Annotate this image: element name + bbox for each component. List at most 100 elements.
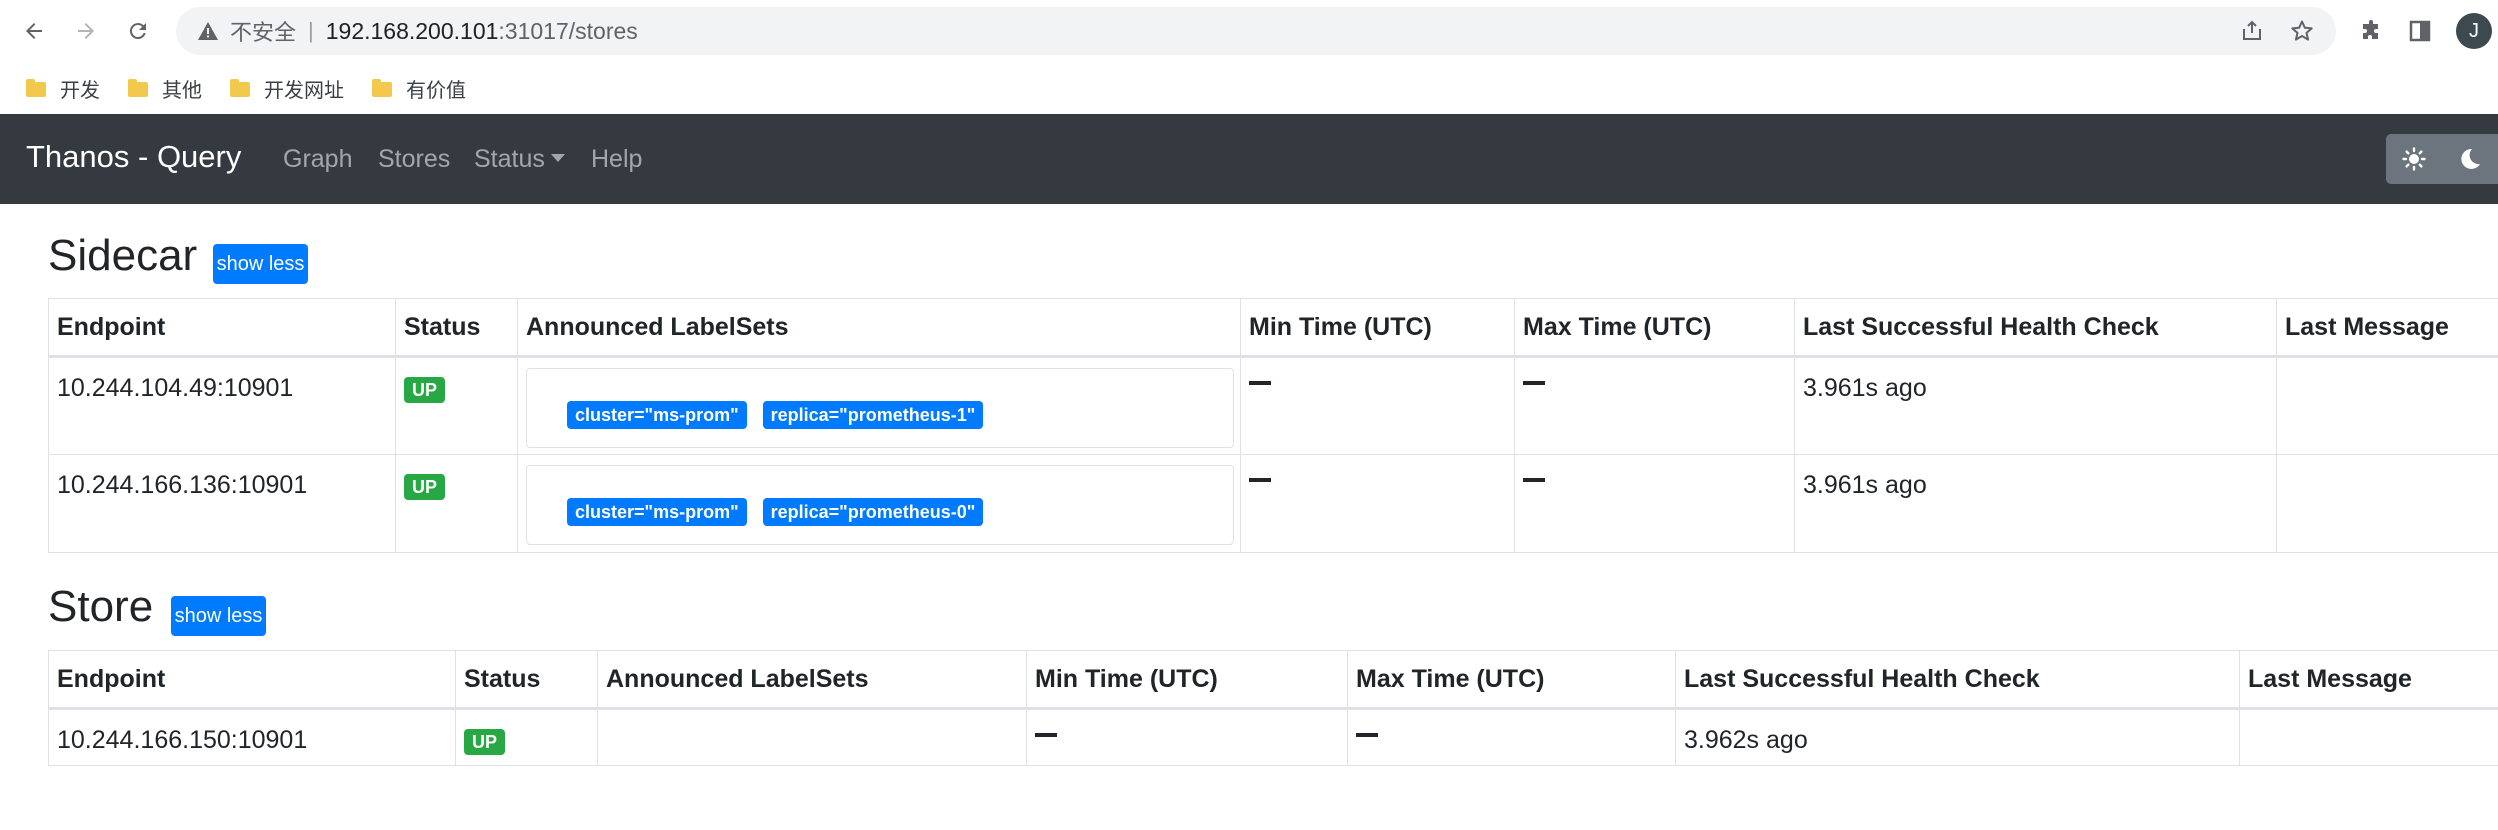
url-separator: | xyxy=(308,18,314,43)
labelsets-cell: cluster="ms-prom" replica="prometheus-0" xyxy=(517,454,1241,553)
nav-link-graph[interactable]: Graph xyxy=(283,145,352,174)
nav-link-help[interactable]: Help xyxy=(591,145,642,174)
moon-icon[interactable] xyxy=(2442,134,2498,184)
column-header: Last Successful Health Check xyxy=(1675,650,2240,710)
nav-link-stores[interactable]: Stores xyxy=(378,145,450,174)
last-message-cell xyxy=(2276,356,2498,455)
bookmark-label: 开发 xyxy=(60,79,100,102)
min-time-cell xyxy=(1240,454,1515,553)
min-time-cell xyxy=(1026,708,1348,766)
column-header: Max Time (UTC) xyxy=(1347,650,1676,710)
status-badge: UP xyxy=(464,729,506,755)
bookmark-star-icon[interactable] xyxy=(2284,7,2320,55)
column-header: Min Time (UTC) xyxy=(1240,298,1515,358)
nav-status-label: Status xyxy=(474,145,545,173)
status-badge: UP xyxy=(404,377,446,403)
last-message-cell xyxy=(2239,708,2498,766)
empty-value-dash xyxy=(1035,733,1057,738)
section-title-sidecar: Sidecar xyxy=(48,231,198,280)
folder-icon xyxy=(128,79,148,97)
table-row: 10.244.166.150:10901 UP 3.962s ago xyxy=(48,708,2498,766)
column-header: Min Time (UTC) xyxy=(1026,650,1348,710)
label-badge: replica="prometheus-1" xyxy=(762,401,984,429)
max-time-cell xyxy=(1514,454,1795,553)
url-path: :31017/stores xyxy=(498,17,638,44)
health-check-cell: 3.962s ago xyxy=(1675,708,2240,766)
folder-icon xyxy=(230,79,250,97)
labelset-card: cluster="ms-prom" replica="prometheus-1" xyxy=(526,368,1234,448)
status-cell: UP xyxy=(395,454,518,553)
column-header: Announced LabelSets xyxy=(597,650,1027,710)
bookmark-label: 其他 xyxy=(162,79,202,102)
empty-value-dash xyxy=(1523,478,1545,483)
folder-icon xyxy=(26,79,46,97)
profile-avatar[interactable]: J xyxy=(2456,13,2492,49)
sidecar-table: Endpoint Status Announced LabelSets Min … xyxy=(48,298,2498,553)
back-icon[interactable] xyxy=(18,15,50,47)
label-badge: cluster="ms-prom" xyxy=(567,498,747,526)
bookmark-folder[interactable]: 开发网址 xyxy=(230,72,344,104)
show-less-button[interactable]: show less xyxy=(213,244,308,284)
side-panel-icon[interactable] xyxy=(2404,15,2436,47)
nav-dropdown-status[interactable]: Status xyxy=(474,145,565,174)
table-header-row: Endpoint Status Announced LabelSets Min … xyxy=(48,650,2498,710)
url-host: 192.168.200.101 xyxy=(325,17,499,44)
empty-value-dash xyxy=(1523,381,1545,386)
endpoint-cell: 10.244.104.49:10901 xyxy=(48,356,396,455)
labelsets-cell: cluster="ms-prom" replica="prometheus-1" xyxy=(517,356,1241,455)
labelset-card: cluster="ms-prom" replica="prometheus-0" xyxy=(526,465,1234,545)
health-check-cell: 3.961s ago xyxy=(1794,356,2277,455)
status-cell: UP xyxy=(455,708,598,766)
browser-toolbar: 不安全 | 192.168.200.101:31017/stores J xyxy=(0,0,2498,62)
empty-value-dash xyxy=(1249,478,1271,483)
sun-icon[interactable] xyxy=(2386,134,2442,184)
column-header: Endpoint xyxy=(48,650,456,710)
empty-value-dash xyxy=(1356,733,1378,738)
folder-icon xyxy=(372,79,392,97)
label-badge: replica="prometheus-0" xyxy=(762,498,984,526)
table-header-row: Endpoint Status Announced LabelSets Min … xyxy=(48,298,2498,358)
forward-icon[interactable] xyxy=(70,15,102,47)
endpoint-cell: 10.244.166.150:10901 xyxy=(48,708,456,766)
bookmark-folder[interactable]: 开发 xyxy=(26,72,100,104)
label-badge: cluster="ms-prom" xyxy=(567,401,747,429)
column-header: Announced LabelSets xyxy=(517,298,1241,358)
bookmark-folder[interactable]: 有价值 xyxy=(372,72,466,104)
insecure-label: 不安全 xyxy=(230,20,297,45)
status-cell: UP xyxy=(395,356,518,455)
column-header: Last Successful Health Check xyxy=(1794,298,2277,358)
max-time-cell xyxy=(1514,356,1795,455)
theme-toggle-group xyxy=(2386,134,2498,184)
health-check-cell: 3.961s ago xyxy=(1794,454,2277,553)
caret-down-icon xyxy=(550,154,565,163)
store-table: Endpoint Status Announced LabelSets Min … xyxy=(48,650,2498,766)
column-header: Max Time (UTC) xyxy=(1514,298,1795,358)
column-header: Last Message xyxy=(2276,298,2498,358)
extensions-icon[interactable] xyxy=(2355,15,2387,47)
reload-icon[interactable] xyxy=(122,15,154,47)
column-header: Endpoint xyxy=(48,298,396,358)
bookmark-label: 有价值 xyxy=(406,79,466,102)
column-header: Status xyxy=(455,650,598,710)
share-icon[interactable] xyxy=(2234,7,2270,55)
max-time-cell xyxy=(1347,708,1676,766)
section-title-store: Store xyxy=(48,582,154,631)
status-badge: UP xyxy=(404,474,446,500)
labelsets-cell xyxy=(597,708,1027,766)
column-header: Last Message xyxy=(2239,650,2498,710)
address-bar[interactable]: 不安全 | 192.168.200.101:31017/stores xyxy=(176,7,2336,55)
show-less-button[interactable]: show less xyxy=(171,596,266,636)
warning-icon xyxy=(198,22,218,40)
min-time-cell xyxy=(1240,356,1515,455)
bookmark-label: 开发网址 xyxy=(264,79,344,102)
navbar-brand[interactable]: Thanos - Query xyxy=(26,139,241,175)
last-message-cell xyxy=(2276,454,2498,553)
column-header: Status xyxy=(395,298,518,358)
endpoint-cell: 10.244.166.136:10901 xyxy=(48,454,396,553)
table-row: 10.244.104.49:10901 UP cluster="ms-prom"… xyxy=(48,356,2498,455)
table-row: 10.244.166.136:10901 UP cluster="ms-prom… xyxy=(48,454,2498,553)
bookmark-folder[interactable]: 其他 xyxy=(128,72,202,104)
app-navbar: Thanos - Query Graph Stores Status Help xyxy=(0,114,2498,204)
bookmarks-bar: 开发 其他 开发网址 有价值 xyxy=(0,62,2498,114)
empty-value-dash xyxy=(1249,381,1271,386)
